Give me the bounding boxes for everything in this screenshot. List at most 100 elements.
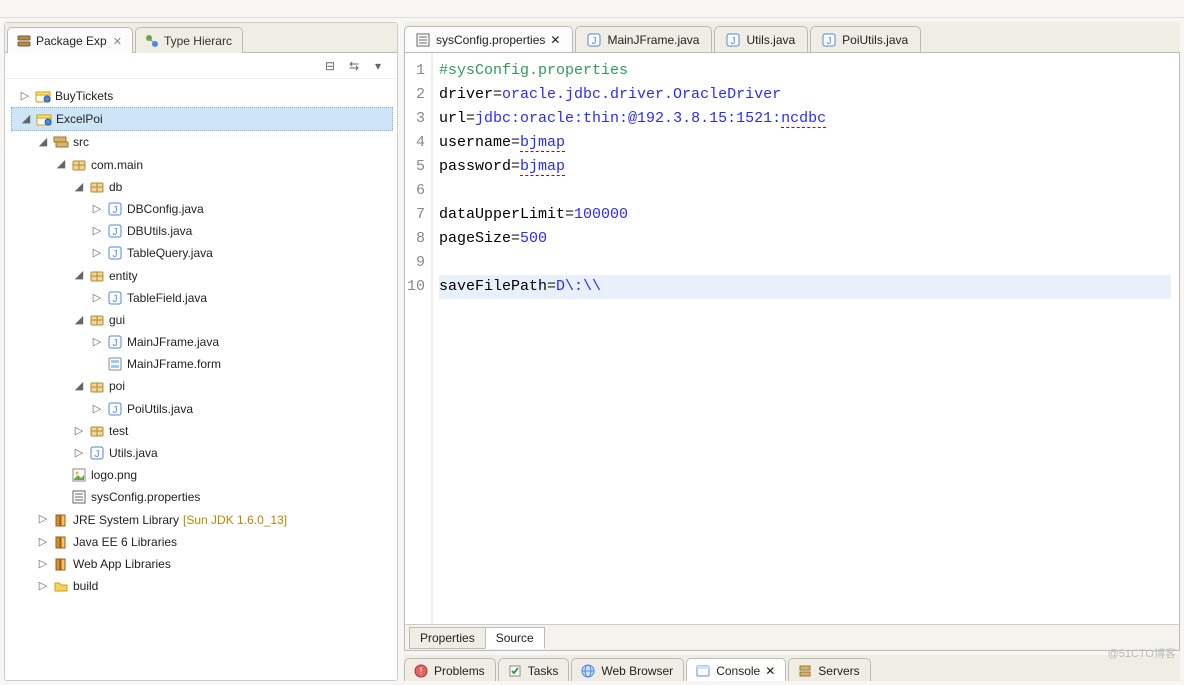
twisty-icon[interactable]: ◢: [73, 310, 85, 330]
project-excelpoi[interactable]: ◢ExcelPoi: [11, 107, 393, 131]
twisty-icon[interactable]: ▷: [73, 421, 85, 441]
lib-webapp[interactable]: ▷Web App Libraries: [11, 553, 393, 575]
editor-tab-mainjframe[interactable]: JMainJFrame.java: [575, 26, 712, 52]
package-gui[interactable]: ◢gui: [11, 309, 393, 331]
twisty-icon[interactable]: ◢: [37, 132, 49, 152]
twisty-icon[interactable]: ▷: [91, 332, 103, 352]
file-mainjframe-form[interactable]: MainJFrame.form: [11, 353, 393, 375]
folder-build[interactable]: ▷build: [11, 575, 393, 597]
link-editor-button[interactable]: ⇆: [345, 57, 363, 75]
code-line[interactable]: pageSize=500: [439, 227, 1171, 251]
view-tab-servers[interactable]: Servers: [788, 658, 870, 681]
close-icon[interactable]: ✕: [765, 664, 775, 678]
view-tab-problems[interactable]: ! Problems: [404, 658, 496, 681]
lib-jre[interactable]: ▷JRE System Library [Sun JDK 1.6.0_13]: [11, 509, 393, 531]
view-tab-label: Problems: [434, 664, 485, 678]
package-poi[interactable]: ◢poi: [11, 375, 393, 397]
code-line[interactable]: password=bjmap: [439, 155, 1171, 179]
code-line[interactable]: saveFilePath=D\:\\: [439, 275, 1171, 299]
file-mainjframe-java[interactable]: ▷JMainJFrame.java: [11, 331, 393, 353]
twisty-icon[interactable]: ▷: [91, 221, 103, 241]
java-icon: J: [107, 245, 123, 261]
file-dbconfig[interactable]: ▷JDBConfig.java: [11, 198, 393, 220]
problems-icon: !: [413, 663, 429, 679]
img-icon: [71, 467, 87, 483]
view-tab-label: Servers: [818, 664, 859, 678]
browser-icon: [580, 663, 596, 679]
tab-source-view[interactable]: Source: [485, 627, 545, 649]
project-icon: [35, 88, 51, 104]
collapse-all-button[interactable]: ⊟: [321, 57, 339, 75]
twisty-icon[interactable]: ▷: [91, 288, 103, 308]
twisty-icon[interactable]: ▷: [37, 554, 49, 574]
twisty-icon[interactable]: ◢: [55, 154, 67, 174]
folder-src[interactable]: ◢src: [11, 131, 393, 153]
package-com-main[interactable]: ◢com.main: [11, 154, 393, 176]
twisty-icon[interactable]: ▷: [91, 243, 103, 263]
code-area[interactable]: #sysConfig.propertiesdriver=oracle.jdbc.…: [433, 53, 1179, 624]
editor-tabbar: sysConfig.properties ✕ JMainJFrame.javaJUt…: [404, 22, 1180, 52]
twisty-icon[interactable]: ▷: [37, 576, 49, 596]
package-test[interactable]: ▷ test: [11, 420, 393, 442]
editor-tab-sysconfig[interactable]: sysConfig.properties ✕: [404, 26, 573, 52]
editor-body[interactable]: 12345678910 #sysConfig.propertiesdriver=…: [405, 53, 1179, 624]
code-line[interactable]: username=bjmap: [439, 131, 1171, 155]
twisty-icon[interactable]: ▷: [73, 443, 85, 463]
project-buytickets[interactable]: ▷BuyTickets: [11, 85, 393, 107]
code-line[interactable]: url=jdbc:oracle:thin:@192.3.8.15:1521:nc…: [439, 107, 1171, 131]
java-icon: J: [107, 334, 123, 350]
java-icon: J: [89, 445, 105, 461]
tab-type-hierarchy[interactable]: Type Hierarc: [135, 27, 243, 53]
lib-javaee[interactable]: ▷Java EE 6 Libraries: [11, 531, 393, 553]
view-tab-console[interactable]: Console✕: [686, 658, 786, 681]
package-db[interactable]: ◢db: [11, 176, 393, 198]
tree-item-label: DBConfig.java: [127, 198, 204, 220]
file-sysconfig-properties[interactable]: sysConfig.properties: [11, 486, 393, 508]
file-logo-png[interactable]: logo.png: [11, 464, 393, 486]
code-line[interactable]: [439, 179, 1171, 203]
code-line[interactable]: driver=oracle.jdbc.driver.OracleDriver: [439, 83, 1171, 107]
editor-tab-poiutils[interactable]: JPoiUtils.java: [810, 26, 921, 52]
twisty-icon[interactable]: ▷: [91, 199, 103, 219]
view-tab-browser[interactable]: Web Browser: [571, 658, 684, 681]
view-tab-label: Web Browser: [601, 664, 673, 678]
file-poiutils[interactable]: ▷JPoiUtils.java: [11, 398, 393, 420]
line-number: 1: [405, 59, 425, 83]
tab-package-explorer[interactable]: Package Exp ✕: [7, 27, 133, 53]
close-icon[interactable]: ✕: [550, 33, 560, 47]
editor-tab-utils[interactable]: JUtils.java: [714, 26, 808, 52]
pkg-icon: [71, 157, 87, 173]
file-dbutils[interactable]: ▷JDBUtils.java: [11, 220, 393, 242]
pkg-icon: [89, 312, 105, 328]
twisty-icon[interactable]: ◢: [73, 376, 85, 396]
tab-package-explorer-label: Package Exp: [36, 34, 107, 48]
twisty-icon[interactable]: ▷: [19, 86, 31, 106]
twisty-icon[interactable]: ▷: [37, 509, 49, 529]
package-entity[interactable]: ◢entity: [11, 265, 393, 287]
file-tablequery[interactable]: ▷JTableQuery.java: [11, 242, 393, 264]
code-line[interactable]: [439, 251, 1171, 275]
twisty-icon[interactable]: ▷: [37, 532, 49, 552]
svg-text:J: J: [113, 249, 118, 260]
project-tree[interactable]: ▷BuyTickets◢ExcelPoi◢src◢com.main◢db▷JDB…: [5, 79, 397, 680]
twisty-icon[interactable]: ◢: [73, 177, 85, 197]
project-icon: [36, 111, 52, 127]
code-line[interactable]: dataUpperLimit=100000: [439, 203, 1171, 227]
close-icon[interactable]: ✕: [113, 35, 122, 48]
editor-tab-label: sysConfig.properties: [436, 33, 545, 47]
view-tab-tasks[interactable]: Tasks: [498, 658, 570, 681]
tab-properties-view[interactable]: Properties: [409, 627, 486, 649]
svg-text:!: !: [420, 666, 423, 676]
file-tablefield[interactable]: ▷JTableField.java: [11, 287, 393, 309]
twisty-icon[interactable]: ◢: [73, 265, 85, 285]
file-utils-java[interactable]: ▷JUtils.java: [11, 442, 393, 464]
package-explorer-icon: [16, 33, 32, 49]
java-icon: J: [821, 32, 837, 48]
view-menu-button[interactable]: ▾: [369, 57, 387, 75]
tree-item-label: test: [109, 420, 128, 442]
tree-item-label: Utils.java: [109, 442, 158, 464]
twisty-icon[interactable]: ▷: [91, 399, 103, 419]
twisty-icon[interactable]: ◢: [20, 109, 32, 129]
form-icon: [107, 356, 123, 372]
code-line[interactable]: #sysConfig.properties: [439, 59, 1171, 83]
